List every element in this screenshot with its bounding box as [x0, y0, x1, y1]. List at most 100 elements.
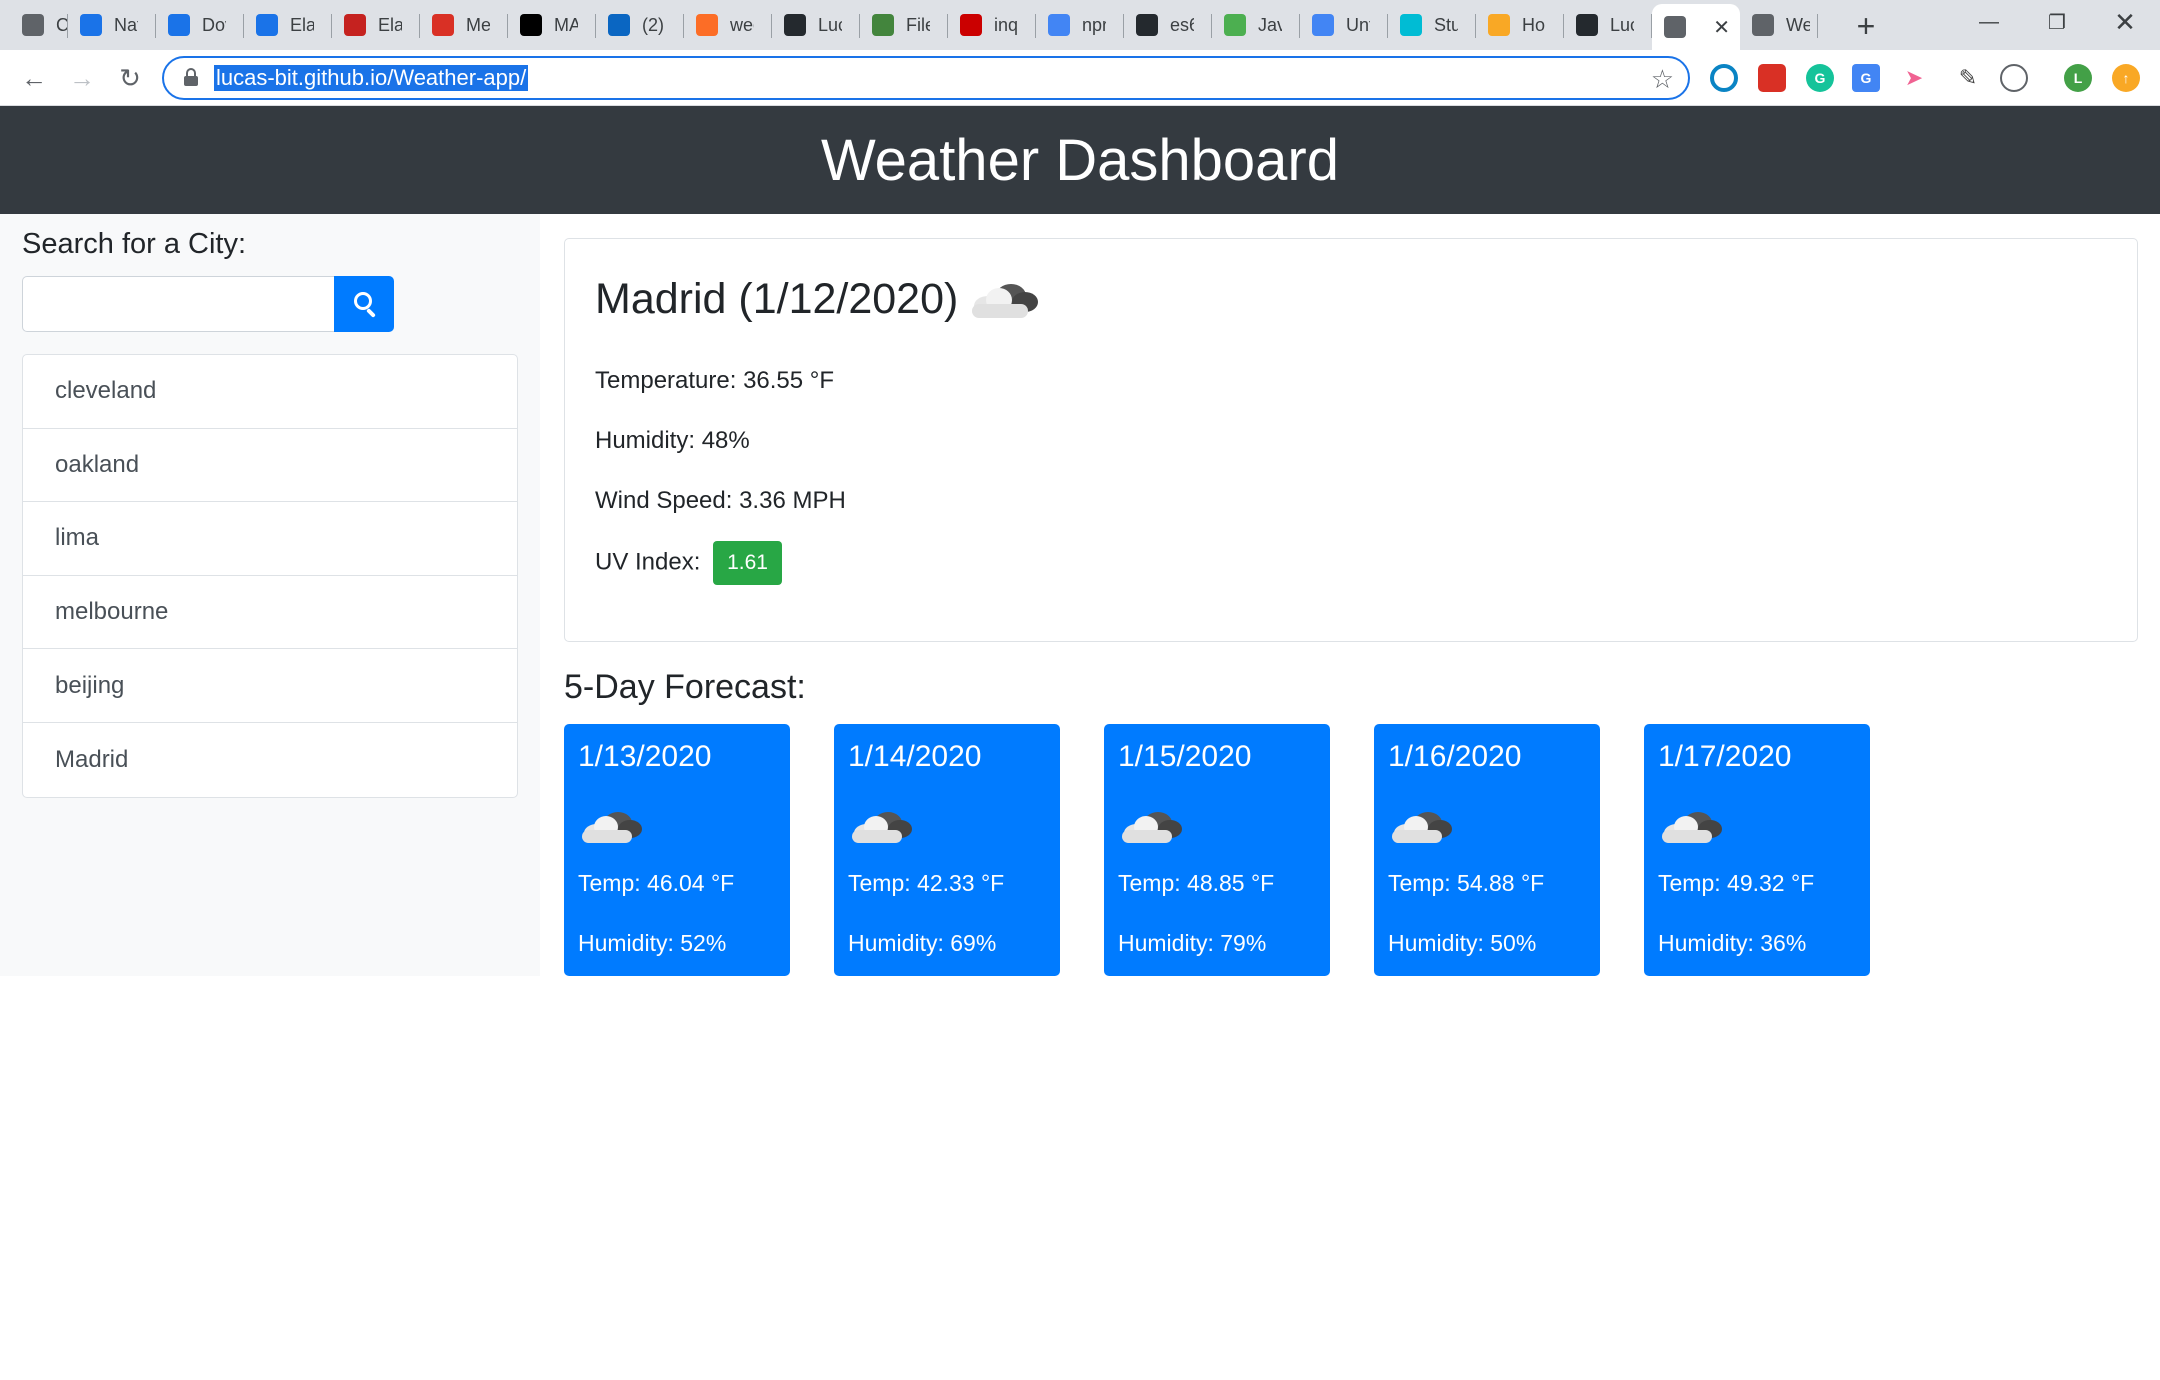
tab[interactable]: Cou — [10, 4, 68, 46]
history-city-item[interactable]: oakland — [23, 429, 517, 503]
tab[interactable]: File — [860, 4, 948, 46]
forecast-card: 1/15/2020 Temp: 48.85 °F Humidity: 79% — [1104, 724, 1330, 976]
tab[interactable]: Luc — [1564, 4, 1652, 46]
browser-tabstrip: Cou Nat Dov Elar Elar Me MA (2) wec Luc File inq npr… — [0, 0, 2160, 50]
forecast-humidity: Humidity: 36% — [1658, 930, 1807, 956]
github-icon — [784, 14, 806, 36]
tab-label: Luc — [1610, 14, 1634, 35]
tab[interactable]: Elar — [332, 4, 420, 46]
tab[interactable]: MA — [508, 4, 596, 46]
bookmark-star-icon[interactable]: ☆ — [1651, 64, 1674, 95]
forecast-card: 1/13/2020 Temp: 46.04 °F Humidity: 52% — [564, 724, 790, 976]
cloud-icon — [970, 278, 1040, 322]
tab[interactable]: Me — [420, 4, 508, 46]
github-icon — [1136, 14, 1158, 36]
browser-toolbar: ← → ↻ lucas-bit.github.io/Weather-app/ ☆… — [0, 50, 2160, 106]
restore-icon[interactable]: ❐ — [2022, 0, 2092, 44]
forecast-humidity: Humidity: 52% — [578, 930, 727, 956]
search-history-list: cleveland oakland lima melbourne beijing Madr… — [22, 354, 518, 798]
w3-icon — [1224, 14, 1246, 36]
forward-icon[interactable]: → — [62, 58, 102, 98]
extension-circle-icon[interactable] — [1710, 64, 1738, 92]
tab-label: Unt — [1346, 14, 1370, 35]
tab[interactable]: We — [1740, 4, 1818, 46]
history-city-item[interactable]: cleveland — [23, 355, 517, 429]
forecast-card: 1/14/2020 Temp: 42.33 °F Humidity: 69% — [834, 724, 1060, 976]
tab[interactable]: wec — [684, 4, 772, 46]
tab[interactable]: (2) — [596, 4, 684, 46]
history-city-item[interactable]: melbourne — [23, 576, 517, 650]
uv-index-label: UV Index: — [595, 548, 701, 576]
search-button[interactable] — [334, 276, 394, 332]
url-text[interactable]: lucas-bit.github.io/Weather-app/ — [214, 65, 529, 91]
code-icon — [256, 14, 278, 36]
forecast-date: 1/16/2020 — [1388, 740, 1522, 773]
forecast-date: 1/14/2020 — [848, 740, 982, 773]
screencast-extension-icon[interactable]: ➤ — [1900, 64, 1928, 92]
tab-label: wec — [730, 14, 754, 35]
back-icon[interactable]: ← — [14, 58, 54, 98]
forecast-humidity: Humidity: 69% — [848, 930, 997, 956]
tab-label: Luc — [818, 14, 842, 35]
b-icon — [344, 14, 366, 36]
tab[interactable]: Jav — [1212, 4, 1300, 46]
docs-icon — [1312, 14, 1334, 36]
page-content: Weather Dashboard Search for a City: cle… — [0, 106, 2160, 1380]
tab-separator — [1817, 14, 1818, 38]
tab[interactable]: Elar — [244, 4, 332, 46]
forecast-humidity: Humidity: 79% — [1118, 930, 1267, 956]
forecast-title: 5-Day Forecast: — [564, 668, 806, 706]
diamond-icon — [1400, 14, 1422, 36]
globe-icon — [1664, 16, 1686, 38]
new-tab-button[interactable]: + — [1846, 6, 1886, 46]
history-city-item[interactable]: lima — [23, 502, 517, 576]
address-bar[interactable]: lucas-bit.github.io/Weather-app/ ☆ — [162, 56, 1690, 100]
eyedropper-extension-icon[interactable]: ✎ — [1954, 64, 1982, 92]
city-search-input[interactable] — [22, 276, 334, 332]
forecast-date: 1/17/2020 — [1658, 740, 1792, 773]
tab[interactable]: Stu — [1388, 4, 1476, 46]
gitlab-icon — [696, 14, 718, 36]
tab[interactable]: inq — [948, 4, 1036, 46]
tab[interactable]: Dov — [156, 4, 244, 46]
minimize-icon[interactable]: — — [1954, 0, 2024, 44]
google-icon — [1048, 14, 1070, 36]
tab-label: (2) — [642, 14, 664, 35]
close-window-icon[interactable]: ✕ — [2090, 0, 2160, 44]
pocket-extension-icon[interactable] — [1758, 64, 1786, 92]
tab[interactable]: Hol — [1476, 4, 1564, 46]
forecast-date: 1/13/2020 — [578, 740, 712, 773]
n-icon — [960, 14, 982, 36]
node-icon — [872, 14, 894, 36]
tab-label: es6 — [1170, 14, 1194, 35]
forecast-card: 1/16/2020 Temp: 54.88 °F Humidity: 50% — [1374, 724, 1600, 976]
tab-label: inq — [994, 14, 1018, 35]
tab[interactable]: npr — [1036, 4, 1124, 46]
profile-avatar[interactable]: L — [2064, 64, 2092, 92]
reload-icon[interactable]: ↻ — [110, 58, 150, 98]
update-icon[interactable]: ↑ — [2112, 64, 2140, 92]
tab-label: Jav — [1258, 14, 1282, 35]
forecast-temperature: Temp: 46.04 °F — [578, 870, 735, 896]
tab-label: Elar — [378, 14, 402, 35]
tab-label: npr — [1082, 14, 1106, 35]
current-weather-card: Madrid (1/12/2020) Temperature: 36.55 °F… — [564, 238, 2138, 642]
forecast-temperature: Temp: 54.88 °F — [1388, 870, 1545, 896]
tab[interactable]: Unt — [1300, 4, 1388, 46]
current-city-title: Madrid (1/12/2020) — [595, 275, 959, 323]
tab[interactable]: Luc — [772, 4, 860, 46]
code-icon — [80, 14, 102, 36]
tab-label: Nat — [114, 14, 138, 35]
tab[interactable]: es6 — [1124, 4, 1212, 46]
history-city-item[interactable]: Madrid — [23, 723, 517, 797]
m-icon — [432, 14, 454, 36]
globe-icon — [1752, 14, 1774, 36]
tab[interactable]: Nat — [68, 4, 156, 46]
translate-extension-icon[interactable]: G — [1852, 64, 1880, 92]
extension-o-icon[interactable] — [2000, 64, 2028, 92]
grammarly-extension-icon[interactable]: G — [1806, 64, 1834, 92]
history-city-item[interactable]: beijing — [23, 649, 517, 723]
tab-active[interactable]: ✕ — [1652, 4, 1740, 50]
tab-close-icon[interactable]: ✕ — [1713, 15, 1730, 40]
forecast-temperature: Temp: 49.32 °F — [1658, 870, 1815, 896]
